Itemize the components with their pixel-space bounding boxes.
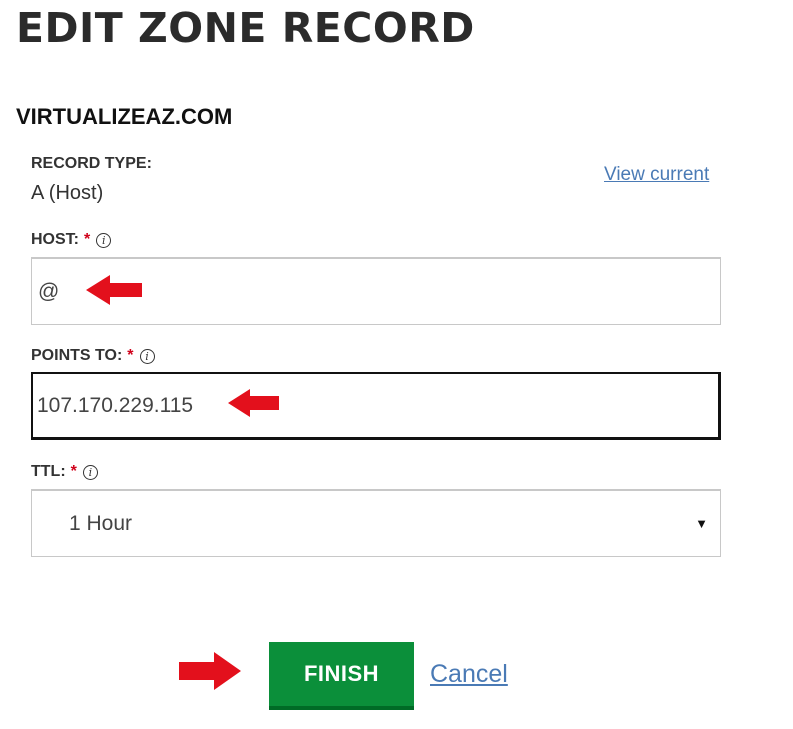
info-icon[interactable]: i — [96, 232, 112, 248]
points-to-field[interactable] — [31, 372, 721, 440]
domain-name: VIRTUALIZEAZ.COM — [16, 104, 233, 129]
page-title: EDIT ZONE RECORD — [16, 4, 475, 52]
red-arrow-icon — [86, 273, 144, 312]
finish-button[interactable]: FINISH — [269, 642, 414, 710]
info-icon[interactable]: i — [139, 348, 155, 364]
red-arrow-icon — [178, 650, 242, 697]
record-type-value: A (Host) — [31, 182, 104, 204]
red-arrow-icon — [228, 387, 280, 424]
info-icon[interactable]: i — [82, 464, 98, 480]
required-marker: * — [127, 347, 134, 364]
ttl-selected-value: 1 Hour — [69, 511, 133, 535]
ttl-label: TTL: * i — [31, 462, 98, 482]
cancel-link[interactable]: Cancel — [430, 660, 508, 689]
host-field[interactable] — [31, 257, 721, 325]
record-type-label: RECORD TYPE: — [31, 155, 152, 172]
host-label: HOST: * i — [31, 230, 112, 250]
ttl-select[interactable]: 1 Hour ▼ — [31, 489, 721, 557]
required-marker: * — [70, 463, 77, 480]
points-to-label: POINTS TO: * i — [31, 346, 155, 366]
required-marker: * — [84, 231, 91, 248]
points-to-input[interactable] — [37, 393, 222, 418]
caret-down-icon: ▼ — [695, 516, 708, 531]
view-current-link[interactable]: View current — [604, 164, 709, 186]
host-input[interactable] — [38, 279, 68, 304]
